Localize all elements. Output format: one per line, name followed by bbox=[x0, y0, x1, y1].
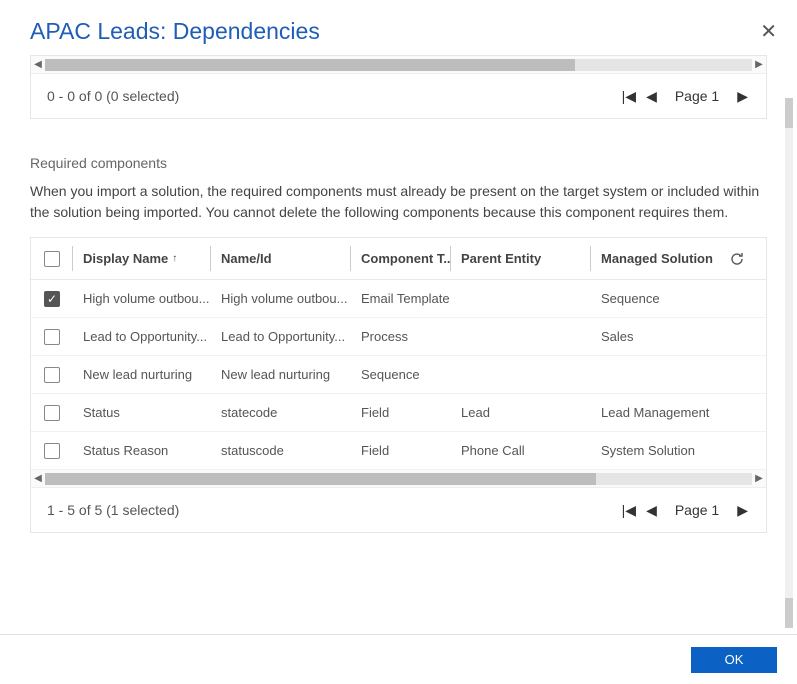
cell-parent-entity: Phone Call bbox=[451, 432, 591, 469]
cell-name-id: Lead to Opportunity... bbox=[211, 318, 351, 355]
required-heading: Required components bbox=[30, 155, 767, 171]
row-checkbox[interactable]: ✓ bbox=[44, 291, 60, 307]
table-row[interactable]: Status ReasonstatuscodeFieldPhone CallSy… bbox=[31, 432, 766, 470]
cell-managed-solution: Sales bbox=[591, 318, 721, 355]
cell-component-type: Field bbox=[351, 432, 451, 469]
refresh-icon[interactable] bbox=[729, 251, 745, 267]
prev-page-icon[interactable]: ◀ bbox=[644, 500, 659, 521]
cell-component-type: Sequence bbox=[351, 356, 451, 393]
first-page-icon[interactable]: |◀ bbox=[620, 500, 638, 521]
table-row[interactable]: New lead nurturingNew lead nurturingSequ… bbox=[31, 356, 766, 394]
scroll-left-icon[interactable]: ◀ bbox=[31, 473, 45, 484]
required-table: Display Name ↑ Name/Id Component T... Pa… bbox=[31, 238, 766, 470]
cell-display-name: High volume outbou... bbox=[73, 280, 211, 317]
col-component-type[interactable]: Component T... bbox=[351, 238, 451, 279]
scroll-track[interactable] bbox=[45, 473, 752, 485]
next-page-icon[interactable]: ▶ bbox=[735, 500, 750, 521]
next-page-icon[interactable]: ▶ bbox=[735, 86, 750, 107]
required-horizontal-scrollbar[interactable]: ◀ ▶ bbox=[31, 470, 766, 488]
row-checkbox[interactable] bbox=[44, 367, 60, 383]
cell-name-id: High volume outbou... bbox=[211, 280, 351, 317]
cell-display-name: Status bbox=[73, 394, 211, 431]
sort-asc-icon: ↑ bbox=[172, 253, 177, 264]
top-horizontal-scrollbar[interactable]: ◀ ▶ bbox=[31, 56, 766, 74]
vertical-scroll-thumb-top[interactable] bbox=[785, 98, 793, 128]
cell-display-name: New lead nurturing bbox=[73, 356, 211, 393]
prev-page-icon[interactable]: ◀ bbox=[644, 86, 659, 107]
scroll-track[interactable] bbox=[45, 59, 752, 71]
ok-button[interactable]: OK bbox=[691, 647, 777, 673]
required-pager-status: 1 - 5 of 5 (1 selected) bbox=[47, 502, 620, 518]
required-description: When you import a solution, the required… bbox=[30, 181, 767, 223]
cell-component-type: Process bbox=[351, 318, 451, 355]
row-checkbox[interactable] bbox=[44, 405, 60, 421]
scroll-left-icon[interactable]: ◀ bbox=[31, 59, 45, 70]
top-section: ◀ ▶ 0 - 0 of 0 (0 selected) |◀ ◀ Page 1 … bbox=[30, 55, 767, 119]
first-page-icon[interactable]: |◀ bbox=[620, 86, 638, 107]
cell-parent-entity bbox=[451, 280, 591, 317]
cell-managed-solution: System Solution bbox=[591, 432, 721, 469]
top-pager: 0 - 0 of 0 (0 selected) |◀ ◀ Page 1 ▶ bbox=[31, 74, 766, 118]
scroll-right-icon[interactable]: ▶ bbox=[752, 59, 766, 70]
table-row[interactable]: StatusstatecodeFieldLeadLead Management bbox=[31, 394, 766, 432]
cell-name-id: statecode bbox=[211, 394, 351, 431]
cell-component-type: Email Template bbox=[351, 280, 451, 317]
select-all-checkbox[interactable] bbox=[44, 251, 60, 267]
dialog-footer: OK bbox=[0, 634, 797, 684]
col-display-name[interactable]: Display Name ↑ bbox=[73, 238, 211, 279]
scroll-thumb[interactable] bbox=[45, 473, 596, 485]
row-checkbox[interactable] bbox=[44, 329, 60, 345]
row-checkbox[interactable] bbox=[44, 443, 60, 459]
cell-name-id: statuscode bbox=[211, 432, 351, 469]
cell-parent-entity bbox=[451, 356, 591, 393]
scroll-right-icon[interactable]: ▶ bbox=[752, 473, 766, 484]
col-name-id[interactable]: Name/Id bbox=[211, 238, 351, 279]
col-parent-entity[interactable]: Parent Entity bbox=[451, 238, 591, 279]
cell-component-type: Field bbox=[351, 394, 451, 431]
cell-managed-solution bbox=[591, 356, 721, 393]
required-pager: 1 - 5 of 5 (1 selected) |◀ ◀ Page 1 ▶ bbox=[31, 488, 766, 532]
dialog-title: APAC Leads: Dependencies bbox=[0, 0, 797, 55]
cell-parent-entity bbox=[451, 318, 591, 355]
table-row[interactable]: ✓ High volume outbou...High volume outbou… bbox=[31, 280, 766, 318]
cell-parent-entity: Lead bbox=[451, 394, 591, 431]
col-name-id-label: Name/Id bbox=[221, 251, 272, 266]
col-managed-solution[interactable]: Managed Solution bbox=[591, 238, 721, 279]
close-button[interactable]: ✕ bbox=[760, 22, 777, 42]
required-section: Display Name ↑ Name/Id Component T... Pa… bbox=[30, 237, 767, 533]
col-parent-entity-label: Parent Entity bbox=[461, 251, 541, 266]
col-managed-solution-label: Managed Solution bbox=[601, 251, 713, 266]
table-header: Display Name ↑ Name/Id Component T... Pa… bbox=[31, 238, 766, 280]
top-pager-status: 0 - 0 of 0 (0 selected) bbox=[47, 88, 620, 104]
top-page-label: Page 1 bbox=[675, 88, 719, 104]
scroll-thumb[interactable] bbox=[45, 59, 575, 71]
table-row[interactable]: Lead to Opportunity...Lead to Opportunit… bbox=[31, 318, 766, 356]
cell-display-name: Status Reason bbox=[73, 432, 211, 469]
cell-name-id: New lead nurturing bbox=[211, 356, 351, 393]
cell-display-name: Lead to Opportunity... bbox=[73, 318, 211, 355]
col-component-type-label: Component T... bbox=[361, 251, 451, 266]
vertical-scrollbar[interactable] bbox=[785, 98, 793, 628]
col-display-name-label: Display Name bbox=[83, 251, 168, 266]
cell-managed-solution: Lead Management bbox=[591, 394, 721, 431]
required-page-label: Page 1 bbox=[675, 502, 719, 518]
cell-managed-solution: Sequence bbox=[591, 280, 721, 317]
vertical-scroll-thumb-bottom[interactable] bbox=[785, 598, 793, 628]
